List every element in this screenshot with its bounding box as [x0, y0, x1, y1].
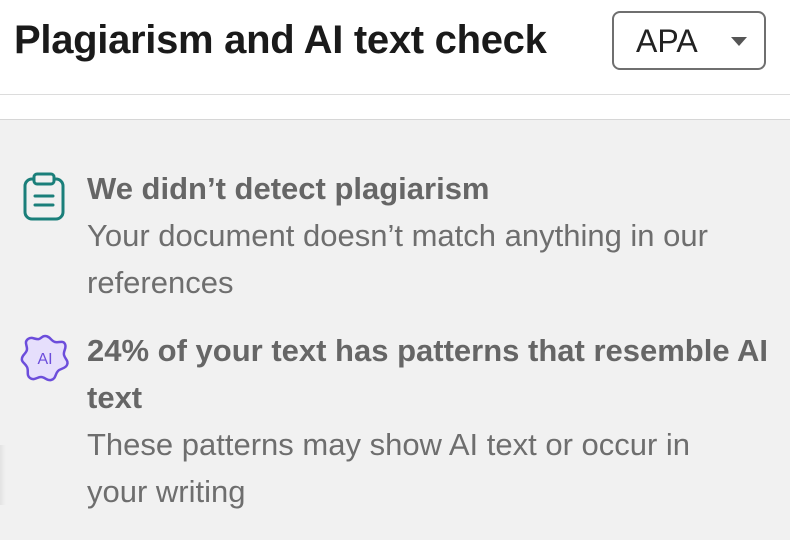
plagiarism-description: Your document doesn’t match anything in …: [87, 218, 708, 300]
ai-badge-label: AI: [37, 351, 52, 368]
clipboard-icon: [20, 171, 68, 226]
ai-text-description: These patterns may show AI text or occur…: [87, 427, 691, 509]
citation-style-dropdown[interactable]: APA: [612, 11, 766, 70]
page-title: Plagiarism and AI text check: [14, 18, 547, 62]
ai-text-heading: 24% of your text has patterns that resem…: [87, 333, 769, 415]
ai-badge-icon: AI: [20, 333, 70, 388]
panel-edge-shadow: [0, 445, 6, 505]
citation-style-value: APA: [636, 23, 698, 59]
chevron-down-icon: [731, 37, 747, 46]
header: Plagiarism and AI text check APA: [0, 0, 790, 95]
divider-strip: [0, 95, 790, 120]
plagiarism-heading: We didn’t detect plagiarism: [87, 171, 490, 206]
